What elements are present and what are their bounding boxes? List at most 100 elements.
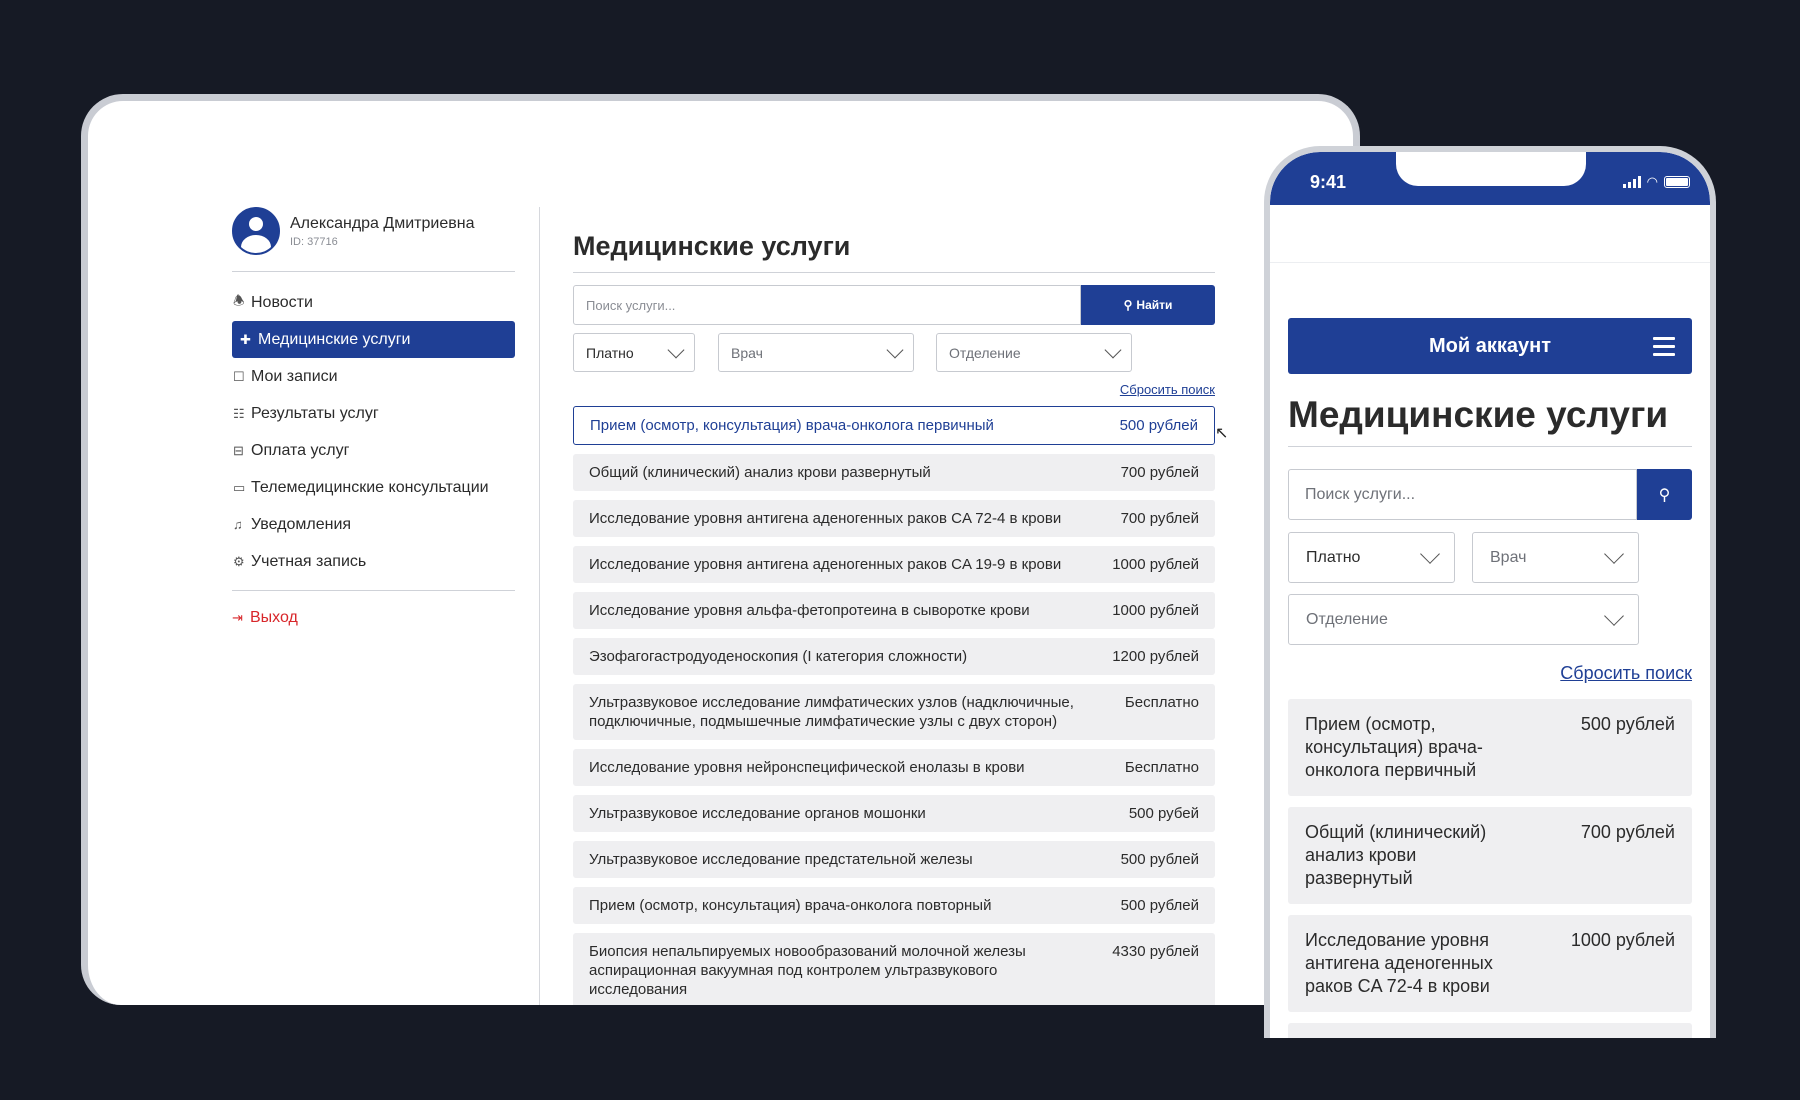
service-row[interactable]: Исследование уровня антигена аденогенных… (573, 500, 1215, 537)
filters: Платно Врач Отделение (573, 333, 1215, 372)
sidebar-item-telemedicine[interactable]: ▭ Телемедицинские консультации (232, 469, 515, 506)
account-button[interactable]: Мой аккаунт (1288, 318, 1692, 374)
user-profile[interactable]: Александра Дмитриевна ID: 37716 (232, 207, 515, 272)
service-row[interactable]: Исследование уровня антигена аденогенных… (573, 546, 1215, 583)
service-price: 500 рублей (1580, 714, 1675, 734)
chevron-down-icon (1420, 544, 1440, 564)
sidebar-item-label: Оплата услуг (251, 441, 350, 459)
service-price: 500 рублей (1119, 417, 1198, 434)
gear-icon: ⚙ (233, 553, 245, 569)
search-bar: Поиск услуги... ⚲ Найти (573, 285, 1215, 325)
status-time: 9:41 (1310, 172, 1347, 192)
sidebar-item-notifications[interactable]: ♫ Уведомления (232, 506, 515, 543)
logout-icon: ⇥ (232, 610, 243, 625)
service-name: Ультразвуковое исследование лимфатически… (589, 694, 1074, 730)
logout-label: Выход (250, 609, 298, 626)
service-name: Ультразвуковое исследование органов мошо… (589, 805, 926, 822)
service-row[interactable]: Ультразвуковое исследование лимфатически… (573, 684, 1215, 740)
account-button-label: Мой аккаунт (1429, 334, 1551, 357)
service-name: Исследование уровня антигена аденогенных… (589, 510, 1062, 527)
wifi-icon: ◠ (1646, 174, 1658, 189)
search-icon: ⚲ (1658, 486, 1671, 504)
service-row[interactable]: Общий (клинический) анализ крови разверн… (1288, 807, 1692, 904)
sidebar-item-label: Учетная запись (251, 552, 367, 570)
service-name: Биопсия непальпируемых новообразований м… (589, 943, 1026, 998)
service-row[interactable]: Исследование уровня альфа-фетопротеина в… (573, 592, 1215, 629)
sidebar-menu: 🕭 Новости ✚ Медицинские услуги ☐ Мои записи… (232, 284, 515, 580)
sidebar-item-label: Результаты услуг (251, 404, 379, 422)
sidebar-item-results[interactable]: ☷ Результаты услуг (232, 395, 515, 432)
clipboard-icon: ☷ (233, 405, 245, 421)
search-input[interactable]: Поиск услуги... (573, 285, 1081, 325)
department-select[interactable]: Отделение (1288, 594, 1639, 645)
phone-screen: 9:41 ◠ Мой аккаунт Медицинские услуги По… (1270, 152, 1710, 1038)
page-title: Медицинские услуги (1288, 394, 1692, 447)
service-name: Прием (осмотр, консультация) врача-онкол… (589, 897, 992, 914)
service-name: Эзофагогастродуоденоскопия (I категория … (589, 648, 968, 665)
department-select[interactable]: Отделение (936, 333, 1132, 372)
search-input[interactable]: Поиск услуги... (1288, 469, 1637, 520)
services-list: Прием (осмотр, консультация) врача-онкол… (573, 406, 1215, 1005)
service-row[interactable]: Прием (осмотр, консультация) врача-онкол… (573, 887, 1215, 924)
signal-icon (1622, 176, 1641, 188)
service-row[interactable]: Исследование уровня антигена аденогенных… (1288, 915, 1692, 1012)
search-bar: Поиск услуги... ⚲ (1288, 469, 1692, 520)
search-button[interactable]: ⚲ Найти (1081, 285, 1215, 325)
status-bar: 9:41 ◠ (1270, 152, 1710, 205)
hamburger-menu-icon[interactable] (1653, 337, 1675, 361)
service-name: Общий (клинический) анализ крови разверн… (589, 464, 931, 481)
service-price: 1000 рублей (1570, 930, 1675, 950)
user-name: Александра Дмитриевна (290, 214, 475, 232)
service-name: Общий (клинический) анализ крови разверн… (1305, 822, 1487, 888)
divider (232, 590, 515, 591)
reset-search-link[interactable]: Сбросить поиск (573, 382, 1215, 397)
phone-frame: 9:41 ◠ Мой аккаунт Медицинские услуги По… (1264, 146, 1716, 1038)
service-row[interactable]: Общий (клинический) Бесплатно (1288, 1023, 1692, 1038)
sidebar-item-medical-services[interactable]: ✚ Медицинские услуги (232, 321, 515, 358)
chevron-down-icon (667, 341, 685, 358)
reset-search-link[interactable]: Сбросить поиск (1288, 663, 1692, 684)
filters: Платно Врач (1288, 532, 1692, 583)
sidebar-item-appointments[interactable]: ☐ Мои записи (232, 358, 515, 395)
sidebar-item-news[interactable]: 🕭 Новости (232, 284, 515, 321)
doctor-select[interactable]: Врач (718, 333, 914, 372)
service-row[interactable]: Исследование уровня нейронспецифической … (573, 749, 1215, 786)
service-row[interactable]: Прием (осмотр, консультация) врача-онкол… (573, 406, 1215, 445)
search-button[interactable]: ⚲ (1637, 469, 1692, 520)
logout-link[interactable]: ⇥ Выход (232, 609, 515, 627)
service-name: Прием (осмотр, консультация) врача-онкол… (590, 417, 994, 434)
doctor-select-value: Врач (1490, 548, 1527, 566)
chevron-down-icon (1604, 544, 1624, 564)
sidebar-item-account[interactable]: ⚙ Учетная запись (232, 543, 515, 580)
medical-cross-icon: ✚ (240, 331, 251, 347)
service-price: Бесплатно (1586, 1037, 1675, 1038)
payment-select[interactable]: Платно (1288, 532, 1455, 583)
service-price: 500 рублей (1120, 851, 1199, 868)
sidebar-item-label: Мои записи (251, 367, 338, 385)
user-id: ID: 37716 (290, 235, 338, 248)
battery-icon (1664, 176, 1690, 188)
sidebar-item-label: Телемедицинские консультации (251, 478, 489, 496)
service-name: Исследование уровня антигена аденогенных… (589, 556, 1062, 573)
service-price: 700 рублей (1120, 464, 1199, 481)
department-select-value: Отделение (949, 344, 1021, 361)
service-row[interactable]: Ультразвуковое исследование предстательн… (573, 841, 1215, 878)
sidebar: Александра Дмитриевна ID: 37716 🕭 Новости… (232, 207, 515, 627)
service-row[interactable]: Эзофагогастродуоденоскопия (I категория … (573, 638, 1215, 675)
service-row[interactable]: Ультразвуковое исследование органов мошо… (573, 795, 1215, 832)
calendar-icon: ☐ (233, 368, 245, 384)
sidebar-item-payment[interactable]: ⊟ Оплата услуг (232, 432, 515, 469)
service-price: 1000 рублей (1112, 602, 1199, 619)
service-row[interactable]: Общий (клинический) анализ крови разверн… (573, 454, 1215, 491)
chevron-down-icon (886, 341, 904, 358)
service-name: Прием (осмотр, консультация) врача-онкол… (1305, 714, 1483, 780)
service-price: 500 рублей (1120, 897, 1199, 914)
service-row[interactable]: Прием (осмотр, консультация) врача-онкол… (1288, 699, 1692, 796)
doctor-select[interactable]: Врач (1472, 532, 1639, 583)
service-price: Бесплатно (1124, 694, 1199, 711)
service-price: 1000 рублей (1112, 556, 1199, 573)
payment-select[interactable]: Платно (573, 333, 695, 372)
sidebar-item-label: Медицинские услуги (258, 330, 411, 348)
chevron-down-icon (1604, 606, 1624, 626)
service-row[interactable]: Биопсия непальпируемых новообразований м… (573, 933, 1215, 1005)
